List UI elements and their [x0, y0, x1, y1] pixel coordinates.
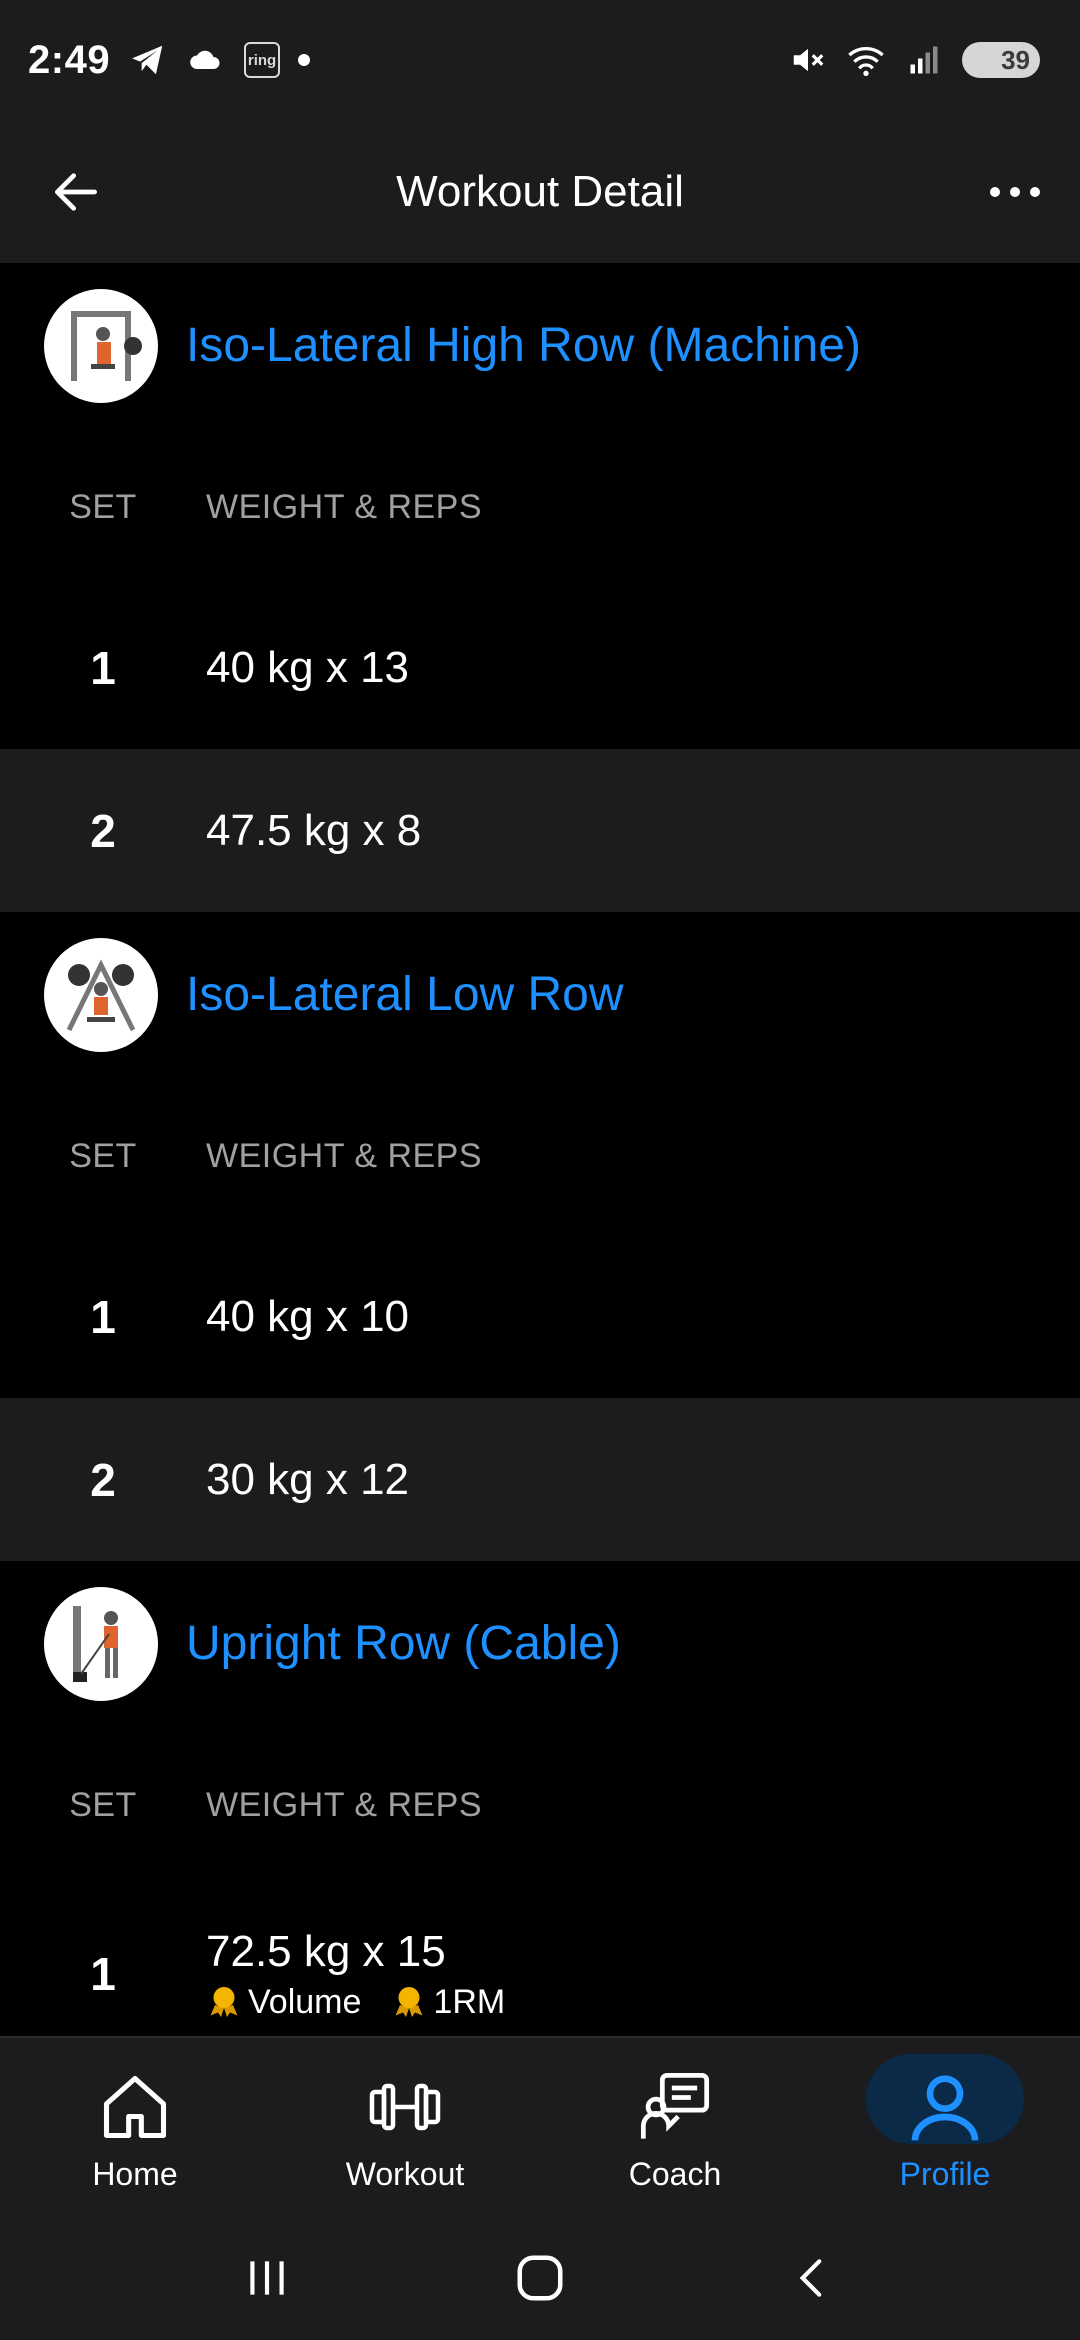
- column-headers: SET WEIGHT & REPS: [0, 428, 1080, 586]
- exercise-header[interactable]: Upright Row (Cable): [0, 1561, 1080, 1726]
- set-number: 2: [90, 1453, 116, 1506]
- notification-dot-icon: [298, 54, 311, 66]
- set-column-header: SET: [69, 1136, 137, 1175]
- arrow-left-icon: [55, 173, 97, 211]
- wifi-icon: [846, 40, 886, 80]
- back-system-button[interactable]: [753, 2238, 873, 2318]
- back-button[interactable]: [46, 162, 106, 222]
- workout-content: Iso-Lateral High Row (Machine) SET WEIGH…: [0, 263, 1080, 2064]
- system-navigation: [0, 2216, 1080, 2340]
- set-weight-reps: 47.5 kg x 8: [206, 805, 422, 855]
- set-column-header: SET: [69, 487, 137, 526]
- chevron-left-icon: [799, 2259, 822, 2297]
- set-number: 1: [90, 1948, 116, 2000]
- set-number: 1: [90, 641, 116, 694]
- nav-item-home[interactable]: Home: [0, 2038, 270, 2218]
- weight-reps-column-header: WEIGHT & REPS: [206, 1136, 483, 1175]
- app-bar: Workout Detail: [0, 120, 1080, 263]
- set-weight-reps: 40 kg x 13: [206, 642, 410, 692]
- weight-reps-column-header: WEIGHT & REPS: [206, 487, 483, 526]
- badge-label: 1RM: [433, 1982, 506, 2021]
- nav-label: Home: [92, 2155, 178, 2192]
- badge-label: Volume: [248, 1982, 362, 2021]
- medal-icon: [210, 1987, 238, 2017]
- nav-label: Profile: [899, 2155, 991, 2192]
- set-weight-reps: 40 kg x 10: [206, 1291, 410, 1341]
- status-bar: 2:49 ring 39: [0, 0, 1080, 120]
- battery-indicator: 39: [962, 42, 1040, 78]
- telegram-icon: [128, 40, 168, 80]
- status-left: 2:49 ring: [28, 37, 311, 83]
- home-circle-icon: [517, 2255, 563, 2301]
- mute-icon: [788, 40, 828, 80]
- set-weight-reps: 30 kg x 12: [206, 1454, 410, 1504]
- status-right: 39: [788, 40, 1040, 80]
- exercise-name[interactable]: Iso-Lateral High Row (Machine): [186, 318, 861, 373]
- weight-reps-column-header: WEIGHT & REPS: [206, 1785, 483, 1824]
- nav-item-profile[interactable]: Profile: [810, 2038, 1080, 2218]
- profile-icon: [900, 2064, 990, 2150]
- 1rm-record-badge: 1RM: [391, 1983, 505, 2022]
- bottom-navigation: Home Workout Coach Profile: [0, 2036, 1080, 2216]
- exercise-header[interactable]: Iso-Lateral High Row (Machine): [0, 263, 1080, 428]
- column-headers: SET WEIGHT & REPS: [0, 1077, 1080, 1235]
- nav-label: Workout: [345, 2155, 465, 2192]
- home-system-button[interactable]: [480, 2238, 600, 2318]
- set-number: 2: [90, 804, 116, 857]
- set-row: 1 40 kg x 13: [0, 586, 1080, 749]
- coach-icon: [630, 2064, 720, 2150]
- set-number: 1: [90, 1290, 116, 1343]
- set-weight-reps: 72.5 kg x 15: [206, 1926, 446, 1976]
- cloud-icon: [186, 40, 226, 80]
- recent-apps-button[interactable]: [207, 2238, 327, 2318]
- set-details: 72.5 kg x 15 Volume 1RM: [206, 1927, 505, 2022]
- recent-apps-icon: [249, 2261, 284, 2295]
- more-options-button[interactable]: [980, 162, 1050, 222]
- record-badges: Volume 1RM: [206, 1983, 505, 2022]
- column-headers: SET WEIGHT & REPS: [0, 1726, 1080, 1884]
- exercise-thumbnail: [44, 937, 158, 1052]
- ring-icon: ring: [244, 42, 281, 78]
- exercise-thumbnail: [44, 288, 158, 403]
- nav-item-coach[interactable]: Coach: [540, 2038, 810, 2218]
- set-row: 2 30 kg x 12: [0, 1398, 1080, 1561]
- dumbbell-icon: [360, 2064, 450, 2150]
- nav-item-workout[interactable]: Workout: [270, 2038, 540, 2218]
- exercise-name[interactable]: Iso-Lateral Low Row: [186, 967, 624, 1022]
- medal-icon: [395, 1987, 423, 2017]
- set-column-header: SET: [69, 1785, 137, 1824]
- screen: 2:49 ring 39 Workout Detail Iso-Lateral …: [0, 0, 1080, 2340]
- exercise-header[interactable]: Iso-Lateral Low Row: [0, 912, 1080, 1077]
- page-title: Workout Detail: [396, 166, 684, 216]
- set-row: 1 40 kg x 10: [0, 1235, 1080, 1398]
- exercise-thumbnail: [44, 1586, 158, 1701]
- home-icon: [90, 2064, 180, 2150]
- set-row: 2 47.5 kg x 8: [0, 749, 1080, 912]
- nav-label: Coach: [628, 2155, 722, 2192]
- status-time: 2:49: [28, 37, 111, 82]
- exercise-name[interactable]: Upright Row (Cable): [186, 1616, 621, 1671]
- more-horizontal-icon: [990, 187, 1040, 197]
- volume-record-badge: Volume: [206, 1983, 361, 2022]
- signal-icon: [904, 40, 944, 80]
